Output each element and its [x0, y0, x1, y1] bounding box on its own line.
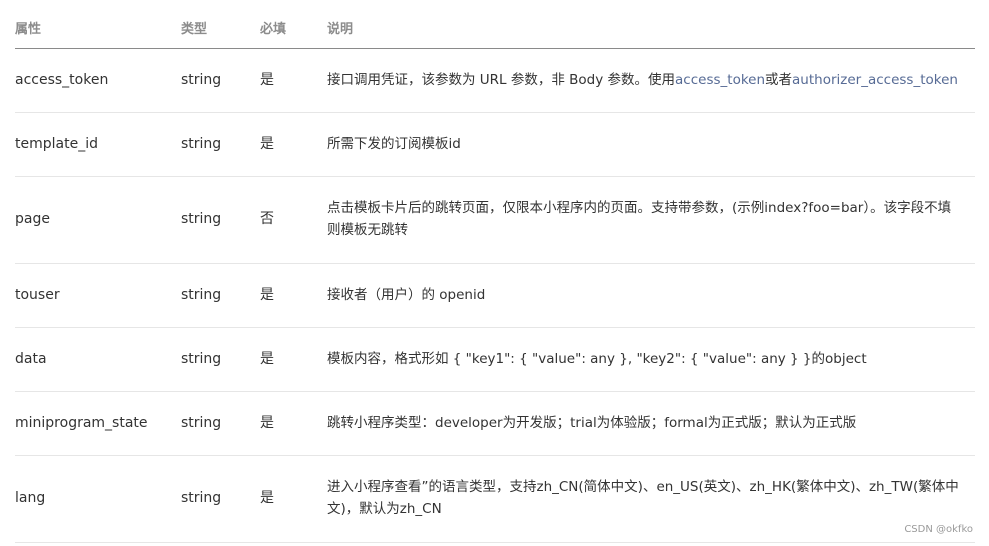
table-row: template_id string 是 所需下发的订阅模板id	[15, 113, 975, 177]
header-desc: 说明	[327, 22, 354, 37]
desc-line: 则模板无跳转	[327, 222, 408, 238]
table-row: lang string 是 进入小程序查看”的语言类型，支持zh_CN(简体中文…	[15, 456, 975, 543]
authorizer-access-token-link[interactable]: authorizer_access_token	[792, 72, 958, 88]
param-desc: 模板内容，格式形如 { "key1": { "value": any }, "k…	[327, 351, 867, 367]
param-desc: 点击模板卡片后的跳转页面，仅限本小程序内的页面。支持带参数，(示例index?f…	[327, 197, 977, 241]
desc-text: 或者	[765, 72, 793, 88]
table-row: miniprogram_state string 是 跳转小程序类型：devel…	[15, 392, 975, 456]
desc-line: 进入小程序查看”的语言类型，支持zh_CN(简体中文)、en_US(英文)、zh…	[327, 479, 959, 495]
table-row: access_token string 是 接口调用凭证，该参数为 URL 参数…	[15, 49, 975, 113]
param-desc: 所需下发的订阅模板id	[327, 136, 461, 152]
param-type: string	[181, 490, 222, 506]
param-required: 是	[260, 287, 274, 303]
desc-text: 接口调用凭证，该参数为 URL 参数，非 Body 参数。使用	[327, 72, 676, 88]
param-desc: 进入小程序查看”的语言类型，支持zh_CN(简体中文)、en_US(英文)、zh…	[327, 476, 977, 520]
param-name: page	[15, 211, 50, 227]
param-required: 是	[260, 490, 274, 506]
param-type: string	[181, 287, 222, 303]
table-header: 属性 类型 必填 说明	[15, 0, 975, 49]
param-required: 是	[260, 415, 274, 431]
param-required: 是	[260, 136, 274, 152]
header-type: 类型	[181, 22, 208, 37]
param-type: string	[181, 415, 222, 431]
access-token-link[interactable]: access_token	[675, 72, 765, 88]
param-required: 是	[260, 72, 274, 88]
param-type: string	[181, 136, 222, 152]
param-desc: 接收者（用户）的 openid	[327, 287, 486, 303]
params-table: 属性 类型 必填 说明 access_token string 是 接口调用凭证…	[15, 0, 975, 543]
param-required: 否	[260, 211, 274, 227]
param-name: access_token	[15, 72, 109, 88]
param-type: string	[181, 351, 222, 367]
param-name: data	[15, 351, 47, 367]
desc-line: 点击模板卡片后的跳转页面，仅限本小程序内的页面。支持带参数，(示例index?f…	[327, 200, 952, 216]
param-desc: 跳转小程序类型：developer为开发版；trial为体验版；formal为正…	[327, 415, 857, 431]
param-name: lang	[15, 490, 46, 506]
param-desc: 接口调用凭证，该参数为 URL 参数，非 Body 参数。使用access_to…	[327, 69, 977, 91]
param-name: miniprogram_state	[15, 415, 148, 431]
header-required: 必填	[260, 22, 287, 37]
desc-line: 文)，默认为zh_CN	[327, 501, 442, 517]
param-required: 是	[260, 351, 274, 367]
header-name: 属性	[15, 22, 42, 37]
table-row: page string 否 点击模板卡片后的跳转页面，仅限本小程序内的页面。支持…	[15, 177, 975, 264]
table-row: data string 是 模板内容，格式形如 { "key1": { "val…	[15, 328, 975, 392]
param-name: touser	[15, 287, 60, 303]
param-type: string	[181, 72, 222, 88]
table-row: touser string 是 接收者（用户）的 openid	[15, 264, 975, 328]
param-name: template_id	[15, 136, 98, 152]
param-type: string	[181, 211, 222, 227]
watermark: CSDN @okfko	[904, 524, 973, 535]
